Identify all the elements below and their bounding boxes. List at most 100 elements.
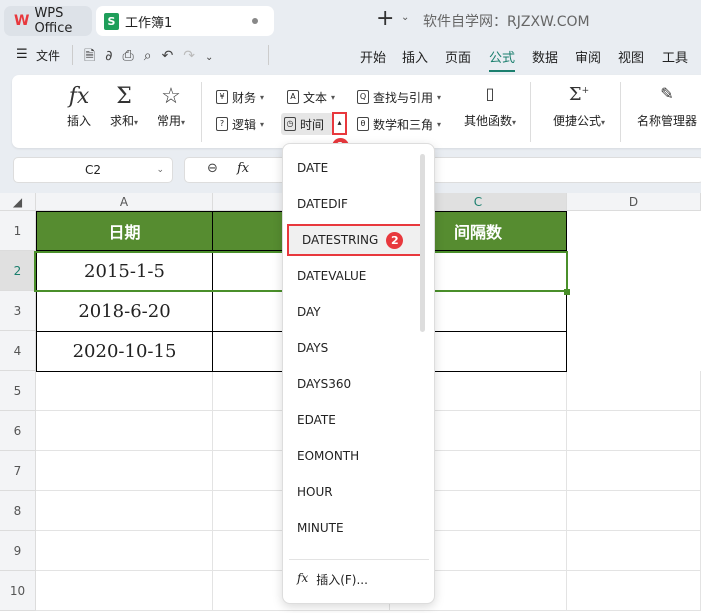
divider (72, 45, 73, 65)
unsaved-dot-icon[interactable] (252, 18, 258, 24)
empty-cell[interactable] (36, 531, 213, 571)
menu-item-edate[interactable]: EDATE (284, 404, 422, 436)
fx-icon: fx (297, 571, 309, 585)
tab-tools[interactable]: 工具 (662, 47, 688, 66)
row-header[interactable]: 4 (0, 331, 36, 371)
tab-review[interactable]: 审阅 (575, 47, 601, 66)
fill-handle[interactable] (564, 289, 570, 295)
text-button[interactable]: A 文本 ▾ (284, 86, 338, 108)
quick-formula-button[interactable]: Σ+ 便捷公式▾ (548, 84, 610, 129)
menu-item-datestring[interactable]: DATESTRING 2 (287, 224, 423, 256)
menu-item-days360[interactable]: DAYS360 (284, 368, 422, 400)
empty-cell[interactable] (36, 371, 213, 411)
cell-ref: C2 (84, 163, 101, 177)
divider (268, 45, 269, 65)
menu-hamburger-icon[interactable]: ☰ (16, 47, 28, 62)
text-icon: A (287, 90, 299, 104)
empty-cell[interactable] (36, 571, 213, 611)
logic-button[interactable]: ? 逻辑 ▾ (213, 113, 267, 135)
menu-item-datedif[interactable]: DATEDIF (284, 188, 422, 220)
menu-item-minute[interactable]: MINUTE (284, 512, 422, 544)
row-header[interactable]: 6 (0, 411, 36, 451)
empty-cell[interactable] (36, 411, 213, 451)
scrollbar[interactable] (420, 154, 425, 332)
other-functions-button[interactable]: ▯ 其他函数▾ (458, 84, 522, 129)
finance-button[interactable]: ¥ 财务 ▾ (213, 86, 267, 108)
data-cell[interactable]: 2015-1-5 (36, 251, 213, 292)
chevron-down-icon[interactable]: ⌄ (156, 158, 164, 182)
empty-cell[interactable] (567, 571, 701, 611)
menu-item-label: MINUTE (297, 521, 344, 535)
tab-insert[interactable]: 插入 (402, 47, 428, 66)
empty-cell[interactable] (36, 491, 213, 531)
data-cell[interactable]: 2018-6-20 (36, 291, 213, 332)
menu-item-label: DATESTRING (302, 233, 379, 247)
row-header[interactable]: 8 (0, 491, 36, 531)
empty-cell[interactable] (567, 371, 701, 411)
menu-item-datevalue[interactable]: DATEVALUE (284, 260, 422, 292)
new-tab-plus-icon[interactable]: + (376, 6, 394, 31)
chevron-down-icon[interactable]: ⌄ (401, 12, 409, 23)
tab-home[interactable]: 开始 (360, 47, 386, 66)
fx-icon[interactable]: fx (237, 161, 249, 176)
tab-view[interactable]: 视图 (618, 47, 644, 66)
row-header[interactable]: 9 (0, 531, 36, 571)
lookup-button[interactable]: Q 查找与引用 ▾ (354, 86, 444, 108)
finance-icon: ¥ (216, 90, 228, 104)
zoom-icon[interactable]: ⊖ (207, 161, 218, 176)
app-tab-wps[interactable]: W WPS Office (4, 6, 92, 36)
empty-cell[interactable] (567, 531, 701, 571)
wps-logo-icon: W (14, 13, 30, 29)
text-label: 文本 (303, 90, 328, 105)
row-header[interactable]: 1 (0, 211, 36, 251)
print-icon[interactable]: ⎙ (123, 48, 144, 64)
quick-formula-icon: Σ+ (568, 84, 590, 105)
row-header[interactable]: 7 (0, 451, 36, 491)
tab-formulas[interactable]: 公式 (489, 47, 516, 72)
empty-cell[interactable] (567, 411, 701, 451)
empty-cell[interactable] (36, 451, 213, 491)
menu-item-label: DATEDIF (297, 197, 348, 211)
formula-input[interactable]: ⊖ fx (184, 157, 701, 183)
insert-function-label: 插入(F)... (316, 573, 368, 587)
autosum-button[interactable]: Σ 求和▾ (104, 84, 144, 129)
menu-item-label: HOUR (297, 485, 333, 499)
file-menu[interactable]: 文件 (36, 47, 60, 64)
column-header-d[interactable]: D (567, 193, 701, 211)
name-manager-button[interactable]: ✎ 名称管理器 (634, 84, 700, 129)
empty-cell[interactable] (567, 491, 701, 531)
redo-icon[interactable]: ↷ (183, 48, 205, 64)
empty-cell[interactable] (567, 451, 701, 491)
row-header[interactable]: 10 (0, 571, 36, 611)
doc-tab[interactable]: S 工作簿1 (96, 6, 274, 36)
time-button[interactable]: ◷ 时间 (281, 113, 333, 135)
insert-function-menu-item[interactable]: fx 插入(F)... (297, 571, 368, 588)
menu-item-label: EDATE (297, 413, 336, 427)
column-header-a[interactable]: A (36, 193, 213, 211)
common-functions-button[interactable]: ☆ 常用▾ (150, 84, 192, 129)
data-cell[interactable]: 2020-10-15 (36, 331, 213, 372)
math-button[interactable]: θ 数学和三角 ▾ (354, 113, 444, 135)
select-all-corner[interactable]: ◢ (0, 193, 36, 211)
insert-function-button[interactable]: fx 插入 (62, 84, 96, 129)
row-header[interactable]: 5 (0, 371, 36, 411)
save-icon[interactable]: 🗎 (84, 48, 105, 64)
menu-item-day[interactable]: DAY (284, 296, 422, 328)
other-functions-icon: ▯ (485, 84, 495, 103)
tab-page[interactable]: 页面 (445, 47, 471, 66)
more-chevron-icon[interactable]: ⌄ (205, 52, 223, 63)
row-header[interactable]: 3 (0, 291, 36, 331)
menu-item-hour[interactable]: HOUR (284, 476, 422, 508)
undo-icon[interactable]: ↶ (162, 48, 184, 64)
menu-item-eomonth[interactable]: EOMONTH (284, 440, 422, 472)
name-box[interactable]: C2 ⌄ (13, 157, 173, 183)
menu-item-days[interactable]: DAYS (284, 332, 422, 364)
print-preview-icon[interactable]: ⌕ (144, 48, 162, 64)
time-caret-up-icon[interactable]: ▴ (332, 112, 347, 135)
header-cell[interactable]: 日期 (36, 211, 213, 251)
tab-data[interactable]: 数据 (532, 47, 558, 66)
divider (201, 82, 202, 142)
share-icon[interactable]: ∂ (105, 48, 122, 64)
row-header[interactable]: 2 (0, 251, 36, 291)
menu-item-date[interactable]: DATE (284, 152, 422, 184)
